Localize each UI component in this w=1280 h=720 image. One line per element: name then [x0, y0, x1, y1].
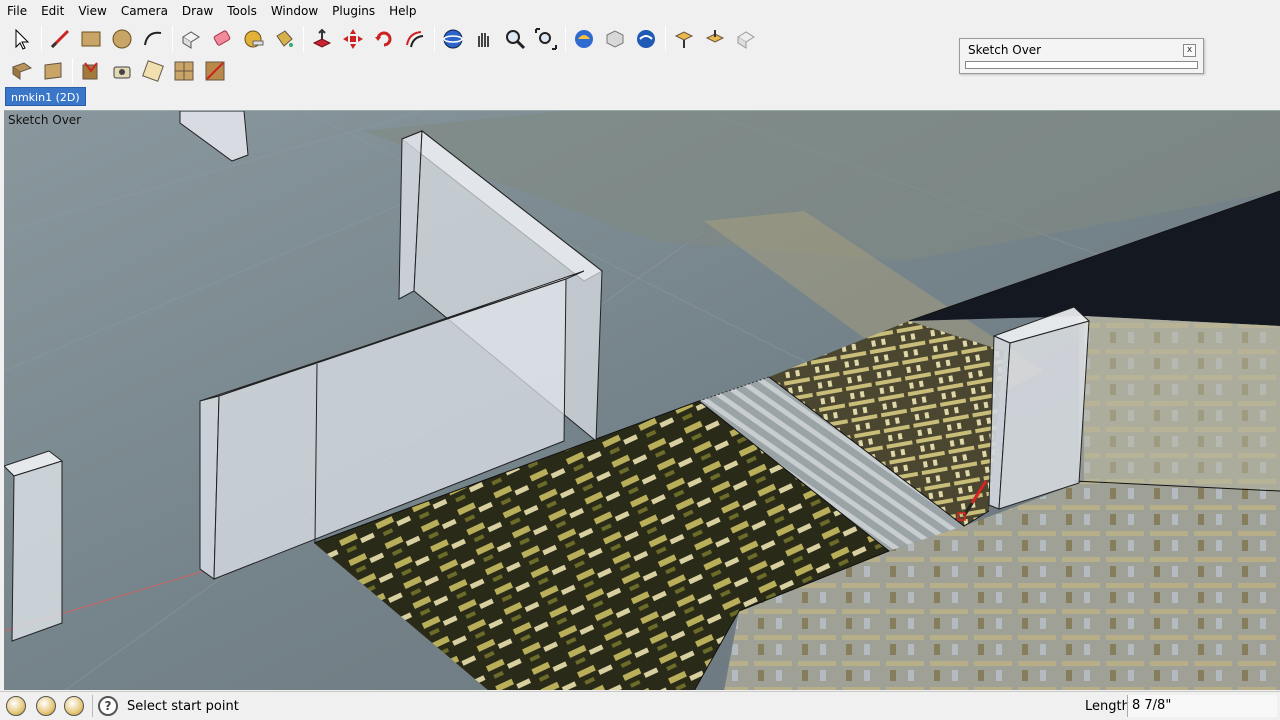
- toolbar-separator: [565, 26, 566, 52]
- make-component-icon[interactable]: [177, 25, 205, 53]
- menu-plugins[interactable]: Plugins: [325, 0, 382, 22]
- sketchup-window: File Edit View Camera Draw Tools Window …: [0, 0, 1280, 720]
- clear-texture-icon[interactable]: [201, 57, 229, 85]
- sketch-over-dialog: Sketch Over x: [959, 38, 1204, 74]
- measurement-label: Length: [1085, 699, 1130, 714]
- share-model-icon[interactable]: [601, 25, 629, 53]
- orbit-icon[interactable]: [439, 25, 467, 53]
- menu-tools[interactable]: Tools: [220, 0, 264, 22]
- circle-icon[interactable]: [108, 25, 136, 53]
- rotate-icon[interactable]: [370, 25, 398, 53]
- credits-icon[interactable]: [36, 696, 56, 716]
- menu-view[interactable]: View: [71, 0, 113, 22]
- get-models-icon[interactable]: [570, 25, 598, 53]
- menu-bar: File Edit View Camera Draw Tools Window …: [0, 0, 1280, 22]
- viewport-scene-label: Sketch Over: [8, 113, 82, 127]
- move-icon[interactable]: [339, 25, 367, 53]
- menu-help[interactable]: Help: [382, 0, 423, 22]
- dialog-progress-bar: [965, 61, 1198, 69]
- scene-drawing: [4, 111, 1280, 690]
- share-component-icon[interactable]: [701, 25, 729, 53]
- pencil-line-icon[interactable]: [46, 25, 74, 53]
- toolbar-separator: [72, 58, 73, 84]
- pan-icon[interactable]: [470, 25, 498, 53]
- close-icon[interactable]: x: [1183, 44, 1196, 57]
- toolbar-separator: [172, 26, 173, 52]
- extension-icon[interactable]: [732, 25, 760, 53]
- position-texture-icon[interactable]: [8, 57, 36, 85]
- texture-toolbar: [8, 56, 232, 86]
- status-bar: ? Select start point Length 8 7/8": [0, 691, 1280, 720]
- push-pull-icon[interactable]: [308, 25, 336, 53]
- fix-texture-icon[interactable]: [77, 57, 105, 85]
- geo-location-icon[interactable]: [6, 696, 26, 716]
- texture-tools-icon[interactable]: [39, 57, 67, 85]
- arc-icon[interactable]: [139, 25, 167, 53]
- main-toolbar: [8, 24, 763, 54]
- grid-texture-icon[interactable]: [170, 57, 198, 85]
- user-account-icon[interactable]: [64, 696, 84, 716]
- measurement-input[interactable]: 8 7/8": [1127, 695, 1277, 717]
- zoom-extents-icon[interactable]: [532, 25, 560, 53]
- zoom-icon[interactable]: [501, 25, 529, 53]
- camera-match-icon[interactable]: [108, 57, 136, 85]
- toolbar-separator: [41, 26, 42, 52]
- paint-bucket-icon[interactable]: [270, 25, 298, 53]
- select-icon[interactable]: [8, 25, 36, 53]
- 3d-viewport[interactable]: Sketch Over: [4, 110, 1280, 690]
- rectangle-icon[interactable]: [77, 25, 105, 53]
- unwrap-icon[interactable]: [139, 57, 167, 85]
- menu-draw[interactable]: Draw: [175, 0, 220, 22]
- eraser-icon[interactable]: [208, 25, 236, 53]
- help-icon[interactable]: ?: [98, 696, 118, 716]
- google-earth-icon[interactable]: [632, 25, 660, 53]
- scene-tab[interactable]: nmkin1 (2D): [5, 87, 86, 106]
- get-component-icon[interactable]: [670, 25, 698, 53]
- menu-window[interactable]: Window: [264, 0, 325, 22]
- offset-icon[interactable]: [401, 25, 429, 53]
- menu-edit[interactable]: Edit: [34, 0, 71, 22]
- tape-measure-icon[interactable]: [239, 25, 267, 53]
- toolbar-separator: [434, 26, 435, 52]
- dialog-title: Sketch Over: [968, 43, 1042, 57]
- status-message: Select start point: [127, 699, 239, 714]
- toolbar-separator: [665, 26, 666, 52]
- toolbar-separator: [303, 26, 304, 52]
- menu-camera[interactable]: Camera: [114, 0, 175, 22]
- status-divider: [92, 695, 93, 717]
- menu-file[interactable]: File: [0, 0, 34, 22]
